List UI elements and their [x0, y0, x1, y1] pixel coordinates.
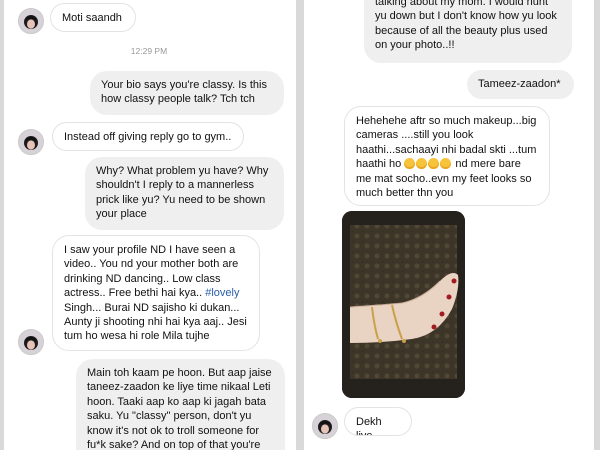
- hashtag-link[interactable]: #lovely: [205, 287, 239, 299]
- foot-photo[interactable]: [342, 211, 465, 398]
- timestamp: 12:29 PM: [130, 46, 168, 56]
- message-text: Singh... Burai ND sajisho ki dukan... Au…: [64, 301, 247, 343]
- laughing-emoji-icon: [404, 158, 452, 170]
- message-bubble[interactable]: Why? What problem yu have? Why shouldn't…: [85, 157, 284, 230]
- message-text: talking about my mom. I would hunt yu do…: [375, 0, 557, 52]
- avatar-icon[interactable]: [18, 129, 44, 155]
- message-text: Instead off giving reply go to gym..: [64, 131, 232, 143]
- message-bubble[interactable]: talking about my mom. I would hunt yu do…: [364, 0, 572, 63]
- chat-panel-right: talking about my mom. I would hunt yu do…: [304, 0, 594, 450]
- chat-panel-left: Moti saandh 12:29 PM Your bio says you'r…: [4, 0, 296, 450]
- avatar-icon[interactable]: [312, 413, 338, 439]
- avatar-icon[interactable]: [18, 329, 44, 355]
- message-bubble[interactable]: Your bio says you're classy. Is this how…: [90, 71, 284, 115]
- message-bubble[interactable]: Tameez-zaadon*: [467, 70, 574, 99]
- message-bubble[interactable]: Dekh liye: [344, 407, 412, 436]
- message-text: Moti saandh: [62, 12, 122, 24]
- message-text: Main toh kaam pe hoon. But aap jaise tan…: [87, 367, 272, 450]
- message-text: Tameez-zaadon*: [478, 78, 561, 90]
- avatar-icon[interactable]: [18, 8, 44, 34]
- message-bubble[interactable]: I saw your profile ND I have seen a vide…: [52, 235, 260, 351]
- message-text: Why? What problem yu have? Why shouldn't…: [96, 165, 269, 221]
- message-text: Your bio says you're classy. Is this how…: [101, 79, 267, 106]
- message-bubble[interactable]: Moti saandh: [50, 3, 136, 32]
- message-text: Dekh liye: [356, 416, 382, 435]
- message-bubble[interactable]: Hehehehe aftr so much makeup...big camer…: [344, 106, 550, 206]
- message-bubble[interactable]: Instead off giving reply go to gym..: [52, 122, 244, 151]
- message-bubble[interactable]: Main toh kaam pe hoon. But aap jaise tan…: [76, 359, 285, 450]
